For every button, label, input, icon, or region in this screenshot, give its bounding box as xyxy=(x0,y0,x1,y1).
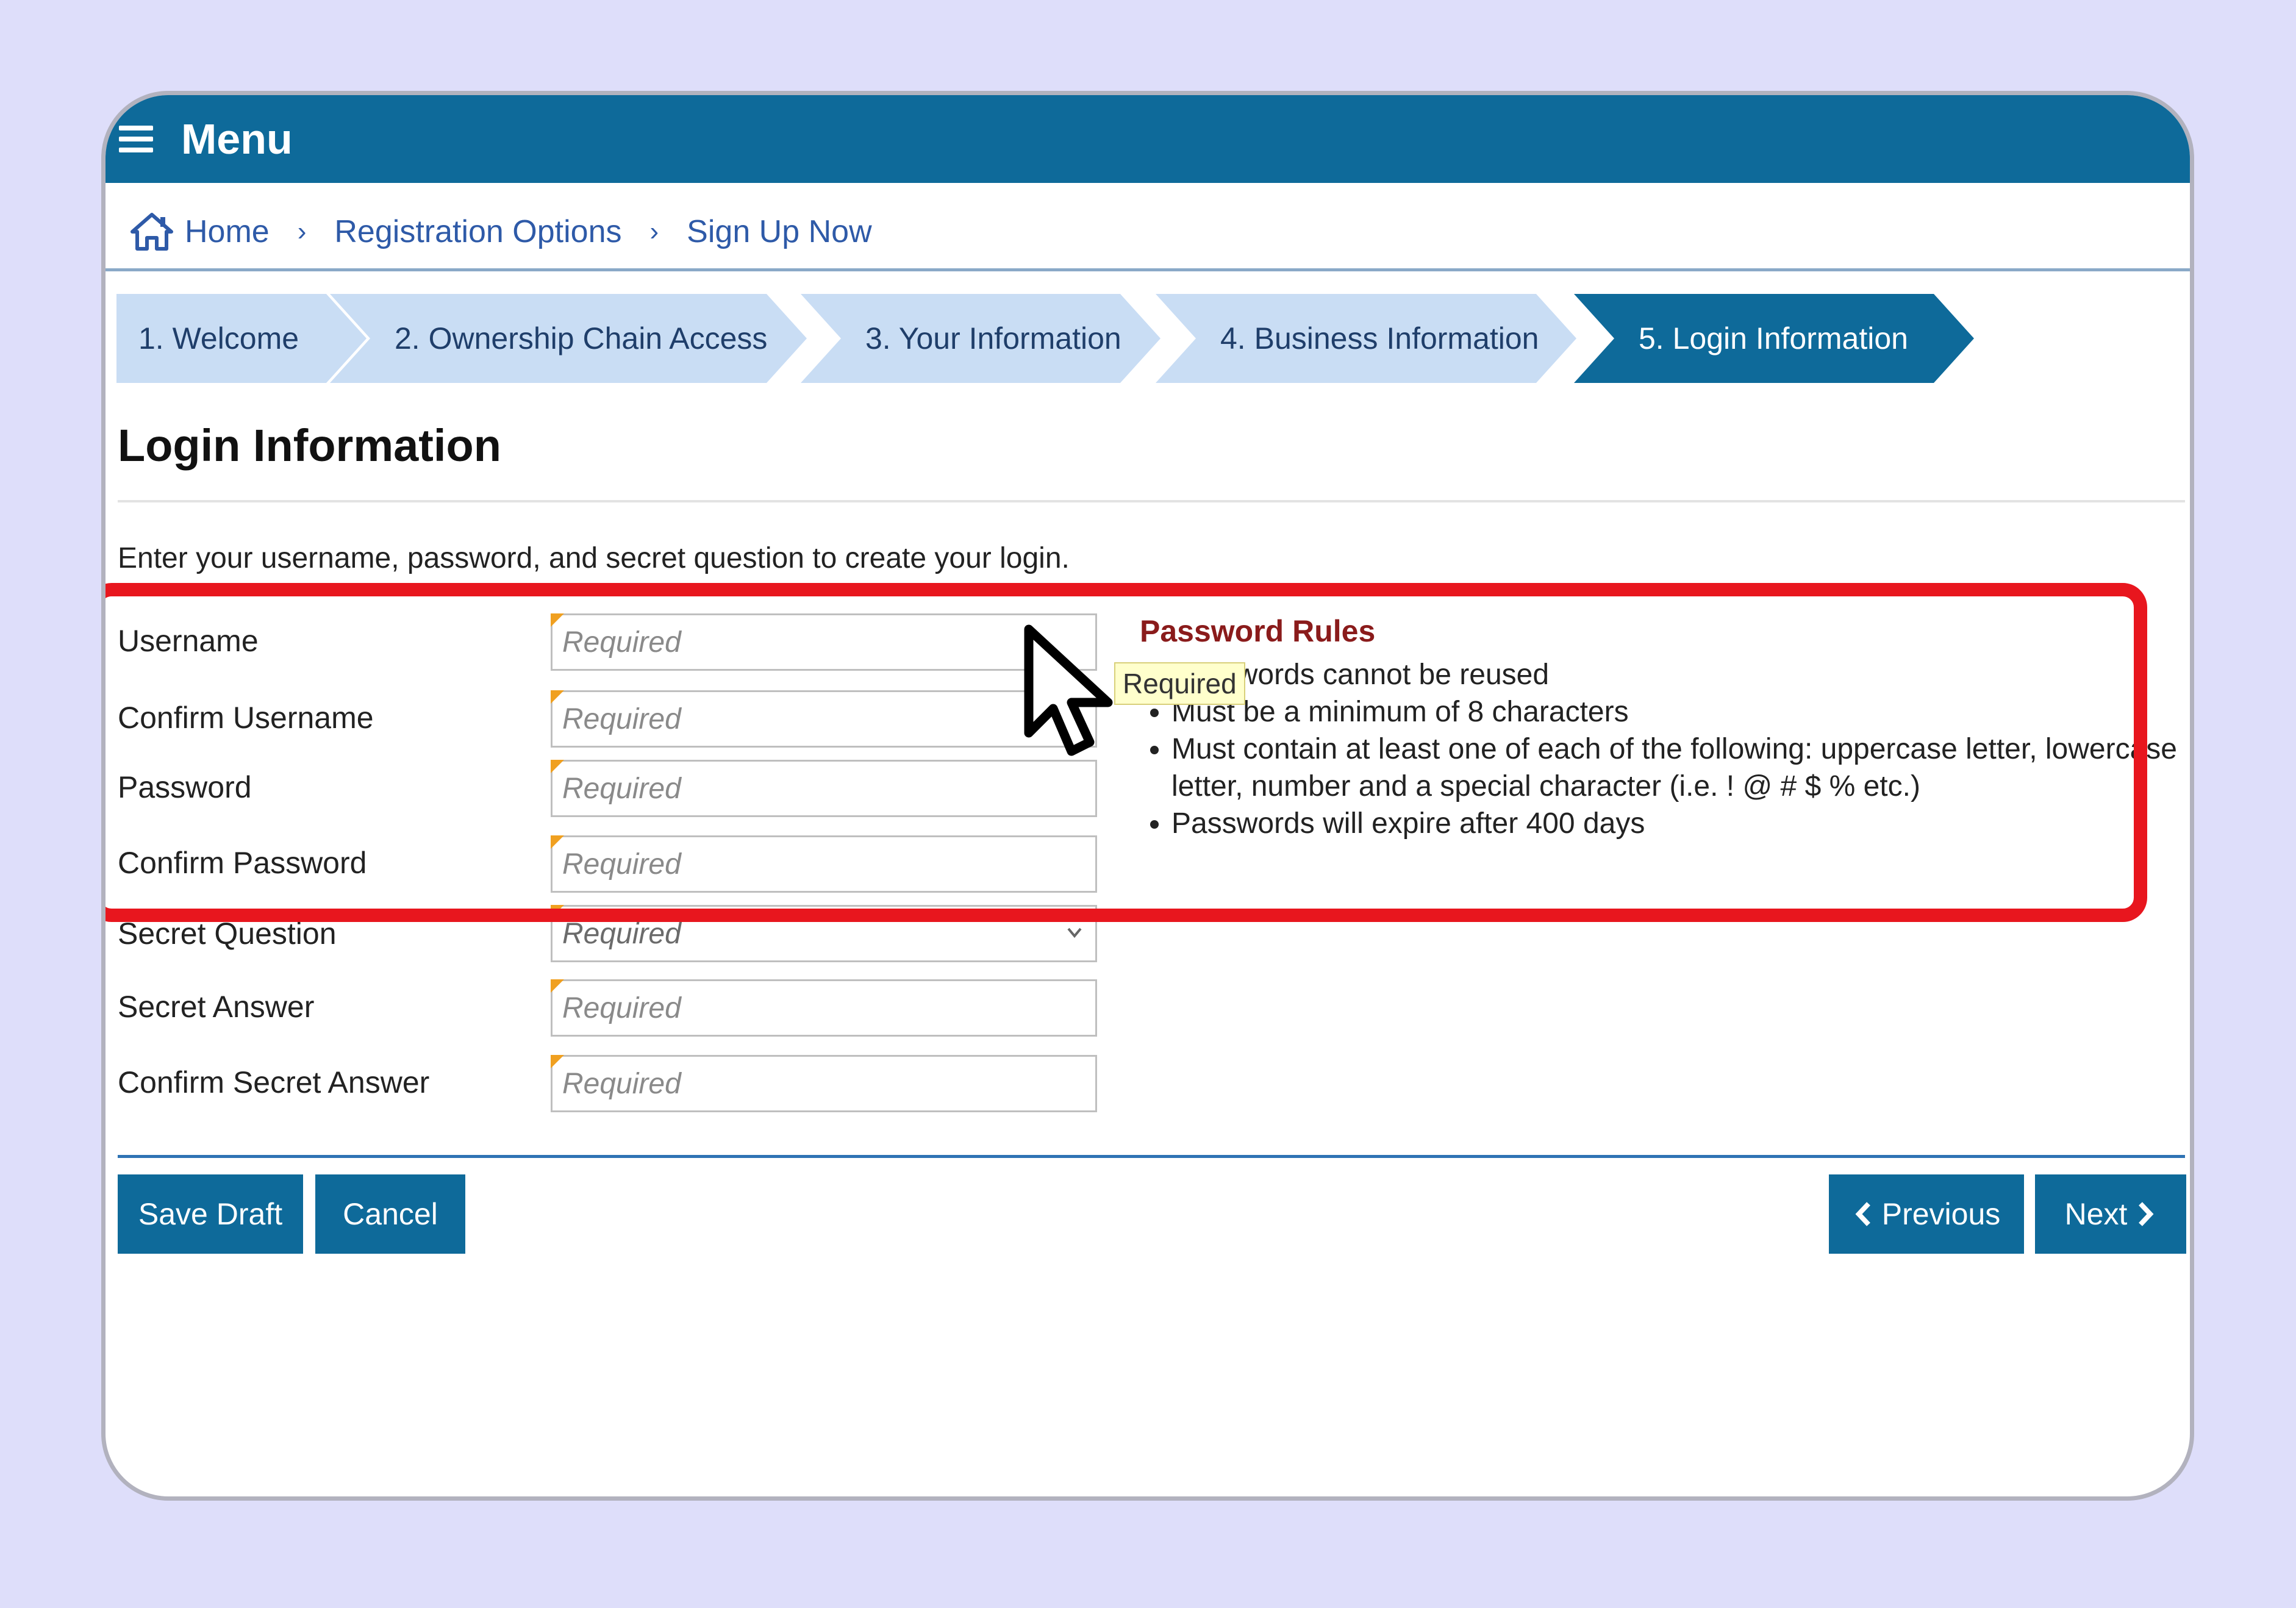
title-divider xyxy=(118,500,2185,502)
username-label: Username xyxy=(118,624,259,658)
confirm-secret-answer-input[interactable] xyxy=(551,1055,1097,1112)
menu-title[interactable]: Menu xyxy=(181,113,293,165)
breadcrumb: Home › Registration Options › Sign Up No… xyxy=(130,201,872,262)
required-flag xyxy=(551,979,564,993)
step-your-information[interactable]: 3. Your Information xyxy=(801,294,1161,383)
step-label: 3. Your Information xyxy=(865,321,1121,356)
password-rule: Passwords will expire after 400 days xyxy=(1171,805,2190,842)
page-title: Login Information xyxy=(118,420,501,471)
breadcrumb-sign-up-now[interactable]: Sign Up Now xyxy=(687,213,871,250)
step-label: 2. Ownership Chain Access xyxy=(395,321,768,356)
mouse-cursor-icon xyxy=(1024,624,1113,756)
wizard-stepper: 1. Welcome 2. Ownership Chain Access 3. … xyxy=(116,294,2031,383)
previous-button-label: Previous xyxy=(1881,1197,2001,1231)
required-flag xyxy=(551,1055,564,1068)
chevron-down-icon xyxy=(1067,927,1082,938)
cancel-button[interactable]: Cancel xyxy=(315,1174,465,1254)
secret-question-label: Secret Question xyxy=(118,917,337,951)
password-rule: Must contain at least one of each of the… xyxy=(1171,731,2190,805)
chevron-right-icon xyxy=(2139,1202,2154,1226)
step-label: 1. Welcome xyxy=(138,321,299,356)
required-flag xyxy=(551,690,564,704)
chevron-left-icon xyxy=(1855,1202,1870,1226)
breadcrumb-divider xyxy=(106,268,2190,271)
next-button[interactable]: Next xyxy=(2035,1174,2186,1254)
required-flag xyxy=(551,613,564,627)
intro-text: Enter your username, password, and secre… xyxy=(118,542,1070,574)
confirm-secret-answer-label: Confirm Secret Answer xyxy=(118,1065,430,1099)
app-window: Menu Home › Registration Options › Sign … xyxy=(101,91,2194,1501)
breadcrumb-separator: › xyxy=(297,216,307,246)
menu-bar: Menu xyxy=(106,95,2190,183)
menu-icon[interactable] xyxy=(119,126,153,152)
actions-divider xyxy=(118,1155,2185,1158)
password-input[interactable] xyxy=(551,760,1097,817)
step-business-information[interactable]: 4. Business Information xyxy=(1156,294,1576,383)
secret-answer-input[interactable] xyxy=(551,979,1097,1037)
confirm-password-input[interactable] xyxy=(551,835,1097,893)
previous-button[interactable]: Previous xyxy=(1829,1174,2024,1254)
home-icon[interactable] xyxy=(130,212,174,251)
breadcrumb-home[interactable]: Home xyxy=(185,213,270,250)
required-flag xyxy=(551,905,564,918)
confirm-username-label: Confirm Username xyxy=(118,701,374,735)
password-rule: Passwords cannot be reused xyxy=(1171,656,2190,693)
breadcrumb-separator: › xyxy=(649,216,659,246)
step-welcome[interactable]: 1. Welcome xyxy=(116,294,367,383)
step-label: 5. Login Information xyxy=(1639,321,1908,356)
confirm-password-label: Confirm Password xyxy=(118,846,367,880)
required-flag xyxy=(551,760,564,773)
required-flag xyxy=(551,835,564,849)
step-login-information[interactable]: 5. Login Information xyxy=(1574,294,1974,383)
secret-answer-label: Secret Answer xyxy=(118,990,315,1024)
secret-question-placeholder: Required xyxy=(562,917,681,950)
step-ownership-chain-access[interactable]: 2. Ownership Chain Access xyxy=(330,294,807,383)
password-rules-list: Passwords cannot be reused Must be a min… xyxy=(1140,656,2190,842)
required-tooltip: Required xyxy=(1114,662,1245,705)
password-rule: Must be a minimum of 8 characters xyxy=(1171,693,2190,731)
secret-question-select[interactable]: Required xyxy=(551,905,1097,962)
next-button-label: Next xyxy=(2064,1197,2128,1231)
save-draft-button[interactable]: Save Draft xyxy=(118,1174,303,1254)
username-input[interactable] xyxy=(551,613,1097,671)
breadcrumb-registration-options[interactable]: Registration Options xyxy=(334,213,621,250)
step-label: 4. Business Information xyxy=(1220,321,1539,356)
password-rules-title: Password Rules xyxy=(1140,614,1376,648)
password-label: Password xyxy=(118,770,252,804)
confirm-username-input[interactable] xyxy=(551,690,1097,748)
